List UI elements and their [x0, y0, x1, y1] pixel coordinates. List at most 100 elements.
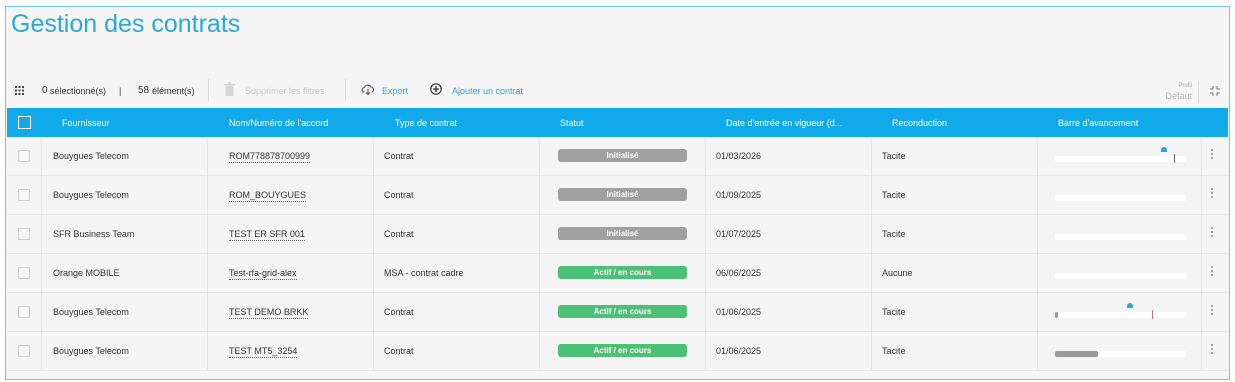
table-row[interactable]: Orange MOBILE Test-rfa-grid-alex MSA - con… — [7, 254, 1228, 293]
column-divider — [871, 137, 872, 176]
progress-fill — [1055, 312, 1058, 318]
toolbar-divider — [208, 79, 209, 101]
expand-icon[interactable] — [1209, 85, 1221, 99]
status-badge: Actif / en cours — [558, 266, 687, 279]
column-divider — [1037, 176, 1038, 215]
column-header-reconduction[interactable]: Reconduction — [892, 118, 947, 128]
cell-fournisseur: Orange MOBILE — [53, 268, 120, 278]
column-divider — [373, 332, 374, 371]
column-header-progress[interactable]: Barre d'avancement — [1058, 118, 1138, 128]
progress-bar — [1055, 195, 1186, 201]
more-vertical-icon[interactable] — [1211, 344, 1215, 356]
column-divider — [41, 332, 42, 371]
column-divider — [1037, 293, 1038, 332]
toolbar-divider — [1198, 81, 1199, 103]
row-checkbox[interactable] — [18, 306, 30, 318]
column-header-accord[interactable]: Nom/Numéro de l'accord — [229, 118, 328, 128]
cell-reconduction: Tacite — [882, 229, 906, 239]
column-divider — [207, 176, 208, 215]
cell-date: 06/06/2025 — [716, 268, 762, 278]
row-checkbox[interactable] — [18, 345, 30, 357]
column-divider — [1037, 254, 1038, 293]
cell-accord-link[interactable]: ROM_BOUYGUES — [229, 190, 307, 202]
cell-fournisseur: SFR Business Team — [53, 229, 135, 239]
progress-bar — [1055, 147, 1186, 163]
element-label: élément(s) — [152, 86, 195, 96]
grid-icon[interactable] — [15, 86, 24, 97]
column-divider — [207, 137, 208, 176]
more-vertical-icon[interactable] — [1211, 188, 1215, 200]
bell-icon — [1127, 303, 1133, 308]
cell-fournisseur: Bouygues Telecom — [53, 151, 129, 161]
cell-accord-link[interactable]: TEST ER SFR 001 — [229, 229, 305, 241]
table-row[interactable]: Bouygues Telecom TEST DEMO BRKK Contrat Act… — [7, 293, 1228, 332]
cell-type: Contrat — [384, 190, 414, 200]
column-divider — [207, 293, 208, 332]
column-divider — [871, 293, 872, 332]
column-divider — [871, 215, 872, 254]
export-button[interactable]: Export — [382, 86, 408, 96]
cell-date: 01/06/2025 — [716, 307, 762, 317]
progress-marker — [1174, 154, 1175, 163]
toolbar: 0 sélectionné(s) | 58 élément(s) Supprim… — [6, 79, 1229, 103]
cell-accord-link[interactable]: TEST DEMO BRKK — [229, 307, 309, 319]
more-vertical-icon[interactable] — [1211, 305, 1215, 317]
toolbar-divider — [345, 79, 346, 101]
column-header-statut[interactable]: Statut — [560, 118, 584, 128]
progress-bar — [1055, 273, 1186, 279]
status-badge: Actif / en cours — [558, 344, 687, 357]
column-divider — [539, 293, 540, 332]
progress-fill — [1055, 351, 1098, 357]
cell-date: 01/06/2025 — [716, 346, 762, 356]
column-divider — [373, 137, 374, 176]
column-divider — [373, 254, 374, 293]
row-checkbox[interactable] — [18, 267, 30, 279]
cell-reconduction: Aucune — [882, 268, 913, 278]
column-divider — [1201, 137, 1202, 176]
column-divider — [373, 176, 374, 215]
clear-filters-button[interactable]: Supprimer les filtres — [245, 86, 325, 96]
cell-fournisseur: Bouygues Telecom — [53, 307, 129, 317]
cell-type: MSA - contrat cadre — [384, 268, 464, 278]
row-checkbox[interactable] — [18, 228, 30, 240]
table-row[interactable]: Bouygues Telecom ROM778878700999 Contrat In… — [7, 137, 1228, 176]
row-checkbox[interactable] — [18, 189, 30, 201]
more-vertical-icon[interactable] — [1211, 227, 1215, 239]
cell-accord-link[interactable]: TEST MT5_3254 — [229, 346, 298, 358]
selected-label: sélectionné(s) — [50, 86, 107, 96]
column-header-fournisseur[interactable]: Fournisseur — [62, 118, 110, 128]
column-divider — [539, 215, 540, 254]
column-divider — [539, 332, 540, 371]
table-row[interactable]: Bouygues Telecom TEST MT5_3254 Contrat Acti… — [7, 332, 1228, 371]
column-divider — [705, 137, 706, 176]
progress-bar — [1055, 351, 1186, 357]
column-divider — [41, 293, 42, 332]
cell-fournisseur: Bouygues Telecom — [53, 190, 129, 200]
table-row[interactable]: SFR Business Team TEST ER SFR 001 Contrat I… — [7, 215, 1228, 254]
cell-accord-link[interactable]: Test-rfa-grid-alex — [229, 268, 297, 280]
cell-accord-link[interactable]: ROM778878700999 — [229, 151, 311, 163]
table-row[interactable]: Bouygues Telecom ROM_BOUYGUES Contrat Initi… — [7, 176, 1228, 215]
cell-date: 01/09/2025 — [716, 190, 762, 200]
select-all-checkbox[interactable] — [18, 116, 31, 129]
count-separator: | — [119, 86, 122, 96]
more-vertical-icon[interactable] — [1211, 149, 1215, 161]
profile-label: Profil — [1178, 83, 1192, 89]
add-contract-button[interactable]: Ajouter un contrat — [452, 86, 523, 96]
column-divider — [41, 254, 42, 293]
more-vertical-icon[interactable] — [1211, 266, 1215, 278]
progress-bar — [1055, 234, 1186, 240]
column-divider — [705, 254, 706, 293]
cell-reconduction: Tacite — [882, 151, 906, 161]
cloud-download-icon[interactable] — [361, 84, 375, 97]
column-header-type[interactable]: Type de contrat — [395, 118, 457, 128]
column-header-date[interactable]: Date d'entrée en vigueur (d... — [726, 118, 842, 128]
column-divider — [871, 254, 872, 293]
profile-selector[interactable]: Profil Défaut — [1165, 83, 1192, 101]
trash-icon — [224, 82, 235, 98]
cell-reconduction: Tacite — [882, 307, 906, 317]
cell-date: 01/07/2025 — [716, 229, 762, 239]
row-checkbox[interactable] — [18, 150, 30, 162]
plus-circle-icon[interactable] — [430, 83, 442, 97]
column-divider — [539, 176, 540, 215]
